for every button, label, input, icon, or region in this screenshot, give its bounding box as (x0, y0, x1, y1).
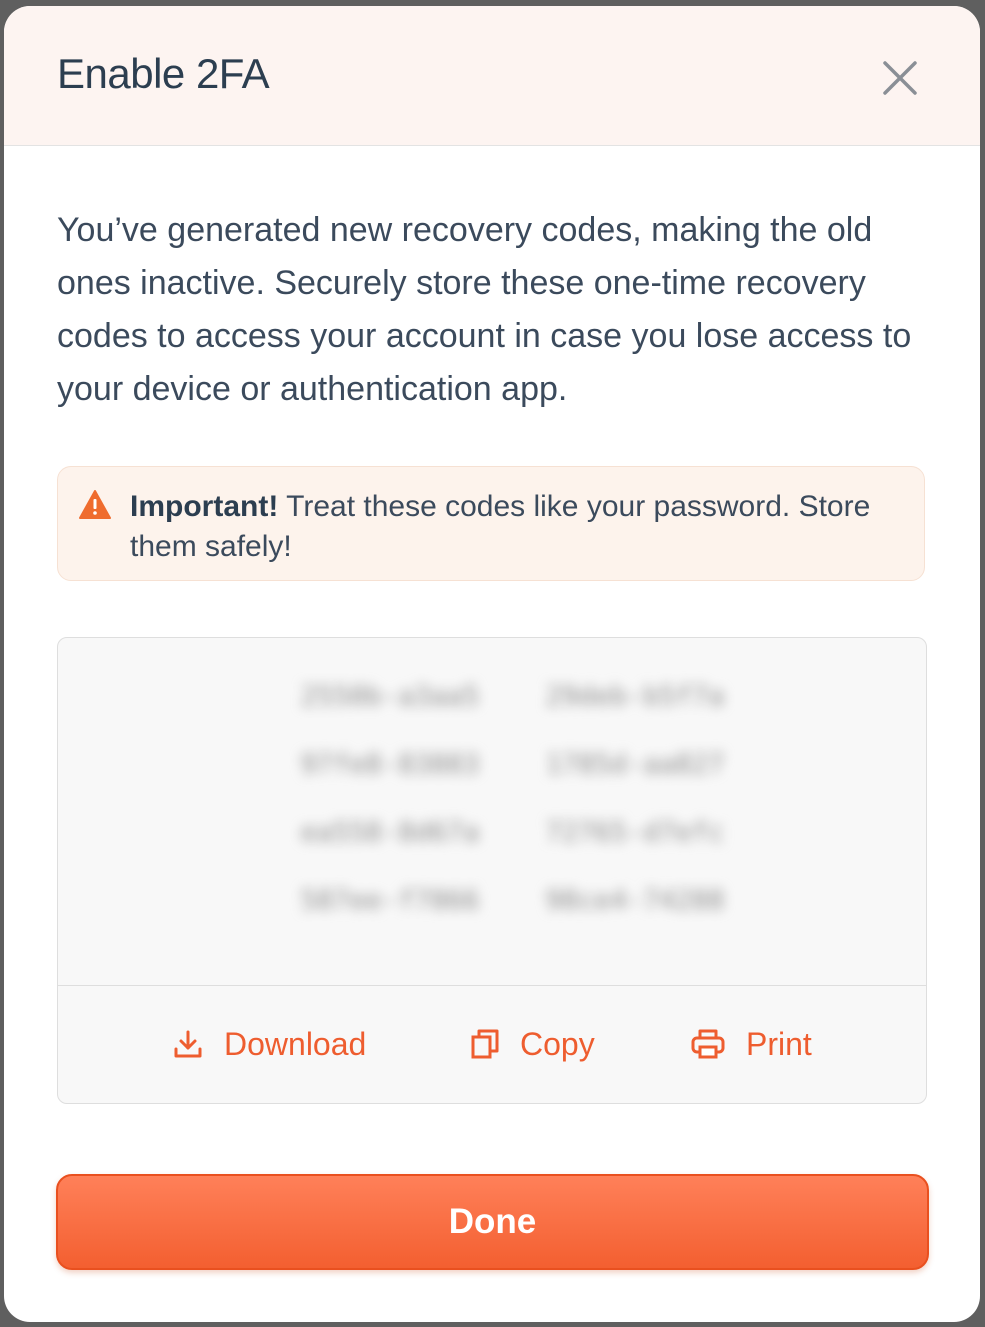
important-alert: Important! Treat these codes like your p… (57, 466, 925, 581)
recovery-code: 97fe8-83883 (300, 749, 480, 780)
enable-2fa-dialog: Enable 2FA You’ve generated new recovery… (4, 6, 980, 1322)
copy-button[interactable]: Copy (470, 1024, 595, 1064)
alert-strong-text: Important! (130, 490, 279, 523)
print-button[interactable]: Print (690, 1024, 812, 1064)
dialog-header: Enable 2FA (4, 6, 980, 146)
print-label: Print (746, 1025, 812, 1062)
recovery-codes-card: 2550b-a3aa5 29deb-b5f7a 97fe8-83883 1785… (57, 637, 927, 1104)
recovery-code: 98ce4-74288 (545, 885, 725, 916)
close-button[interactable] (876, 54, 924, 102)
dialog-description: You’ve generated new recovery codes, mak… (57, 211, 912, 408)
code-actions: Download Copy Print (58, 986, 926, 1104)
recovery-codes-list: 2550b-a3aa5 29deb-b5f7a 97fe8-83883 1785… (58, 638, 926, 986)
warning-icon (79, 490, 111, 519)
alert-message: Important! Treat these codes like your p… (130, 487, 910, 567)
download-button[interactable]: Download (172, 1024, 366, 1064)
recovery-code-grid: 2550b-a3aa5 29deb-b5f7a 97fe8-83883 1785… (290, 680, 730, 918)
recovery-code: 1785d-aa827 (545, 749, 725, 780)
copy-label: Copy (520, 1025, 595, 1062)
done-button[interactable]: Done (56, 1174, 929, 1270)
recovery-code: ea558-8d67a (300, 817, 480, 848)
recovery-code: 72765-d7efc (545, 817, 725, 848)
copy-icon (471, 1029, 499, 1059)
recovery-code: 29deb-b5f7a (545, 681, 725, 712)
download-label: Download (224, 1025, 367, 1062)
printer-icon (691, 1029, 725, 1059)
close-icon (883, 61, 917, 95)
dialog-title: Enable 2FA (57, 50, 270, 97)
recovery-code: 2550b-a3aa5 (300, 681, 480, 712)
recovery-code: 587ee-f7866 (300, 885, 480, 916)
download-icon (174, 1030, 202, 1058)
